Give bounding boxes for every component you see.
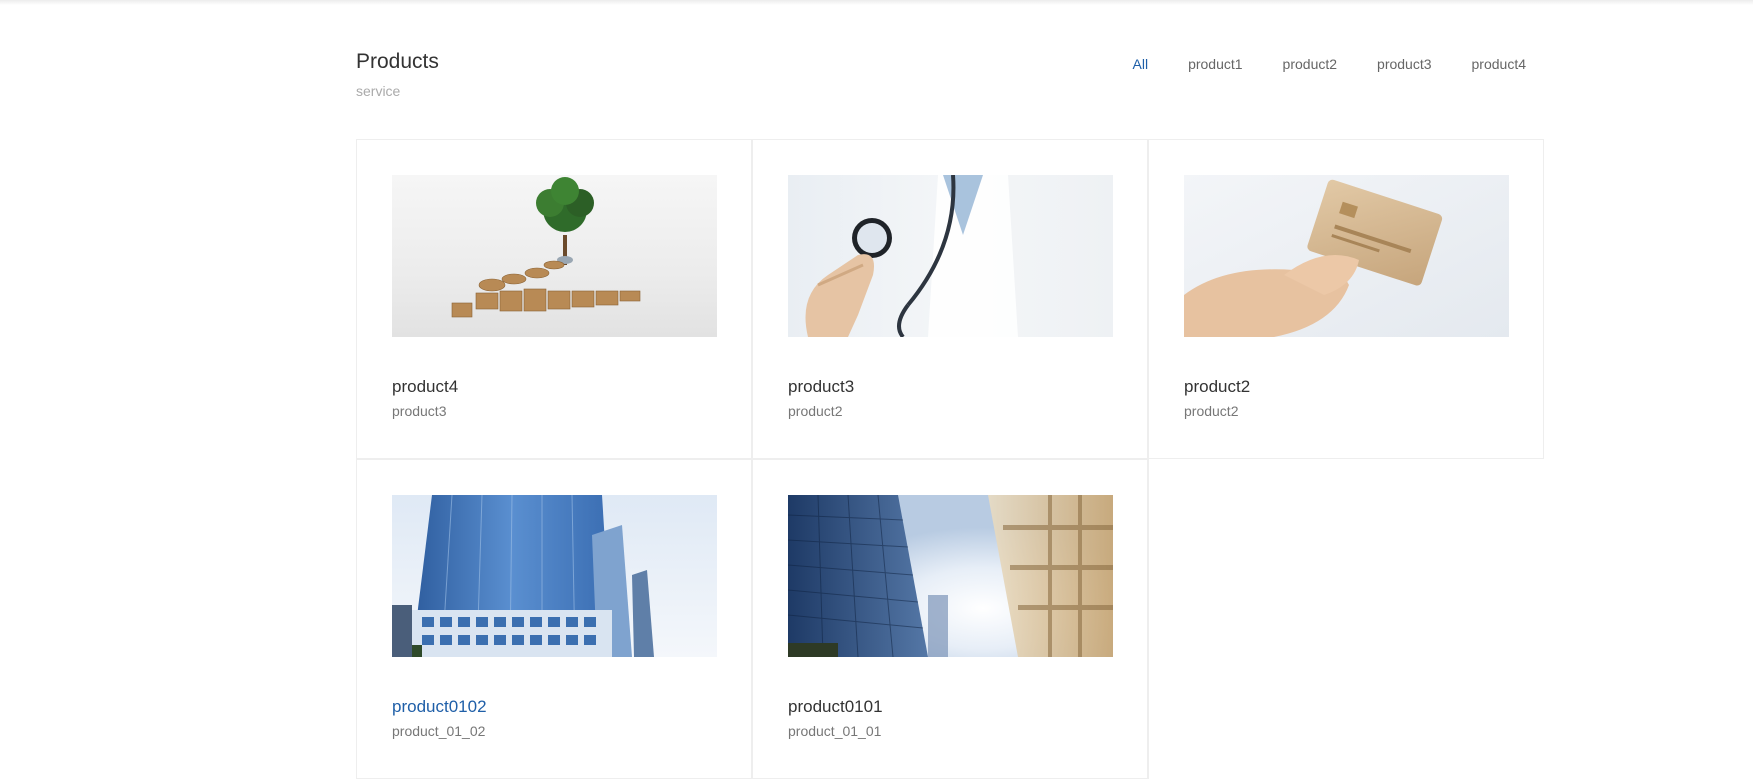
product-subtitle: product_01_02	[392, 723, 486, 739]
coins-and-tree-image[interactable]	[392, 175, 717, 337]
product-card[interactable]: product0101 product_01_01	[752, 459, 1148, 779]
credit-card-image[interactable]	[1184, 175, 1509, 337]
buildings-sunlight-image[interactable]	[788, 495, 1113, 657]
filter-product1[interactable]: product1	[1168, 56, 1262, 72]
filter-product2[interactable]: product2	[1263, 56, 1357, 72]
stethoscope-image[interactable]	[788, 175, 1113, 337]
filter-product4[interactable]: product4	[1452, 56, 1546, 72]
filter-product3[interactable]: product3	[1357, 56, 1451, 72]
product-card[interactable]: product0102 product_01_02	[356, 459, 752, 779]
product-title[interactable]: product0102	[392, 697, 487, 717]
product-card[interactable]: product3 product2	[752, 139, 1148, 459]
product-subtitle: product2	[1184, 403, 1239, 419]
product-subtitle: product2	[788, 403, 843, 419]
product-subtitle: product3	[392, 403, 447, 419]
glass-tower-image[interactable]	[392, 495, 717, 657]
empty-grid-cell	[1148, 459, 1544, 779]
page-subtitle: service	[356, 83, 401, 99]
page-title: Products	[356, 50, 439, 73]
section-header: Products service All product1 product2 p…	[356, 0, 1546, 139]
products-section: Products service All product1 product2 p…	[356, 0, 1546, 779]
product-card[interactable]: product2 product2	[1148, 139, 1544, 459]
filter-all[interactable]: All	[1113, 56, 1169, 72]
product-title[interactable]: product4	[392, 377, 458, 397]
product-title[interactable]: product2	[1184, 377, 1250, 397]
product-title[interactable]: product0101	[788, 697, 883, 717]
category-filters: All product1 product2 product3 product4	[1113, 56, 1547, 72]
product-title[interactable]: product3	[788, 377, 854, 397]
product-card[interactable]: product4 product3	[356, 139, 752, 459]
product-subtitle: product_01_01	[788, 723, 882, 739]
